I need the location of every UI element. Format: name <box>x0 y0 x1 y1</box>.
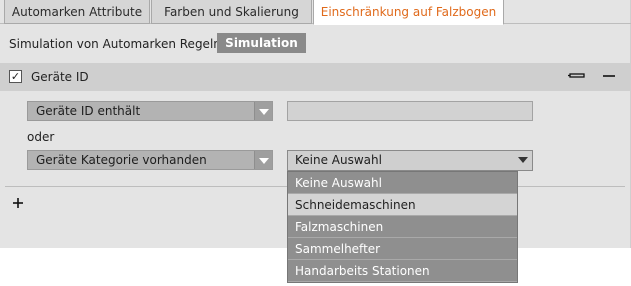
tab-automarken-attribute[interactable]: Automarken Attribute <box>4 0 150 24</box>
rule1-field-select[interactable]: Geräte ID enthält <box>27 101 273 121</box>
dropdown-list: Keine Auswahl Schneidemaschinen Falzmasc… <box>287 171 518 283</box>
dropdown-option[interactable]: Falzmaschinen <box>288 216 517 238</box>
plus-icon[interactable] <box>10 195 26 211</box>
dropdown-option[interactable]: Keine Auswahl <box>288 172 517 194</box>
rule1-field-value: Geräte ID enthält <box>36 104 141 118</box>
tab-farben-und-skalierung[interactable]: Farben und Skalierung <box>151 0 312 24</box>
group-header <box>0 63 630 91</box>
simulation-label: Simulation von Automarken Regeln: <box>9 37 225 51</box>
dropdown-option-highlighted[interactable]: Schneidemaschinen <box>288 194 517 216</box>
rule2-field-value: Geräte Kategorie vorhanden <box>36 153 207 167</box>
dropdown-option[interactable]: Handarbeits Stationen <box>288 260 517 282</box>
connector-label: oder <box>27 130 55 144</box>
collapse-icon[interactable] <box>568 69 586 83</box>
tab-bar: Automarken Attribute Farben und Skalieru… <box>0 0 631 25</box>
chevron-down-icon[interactable] <box>254 151 272 169</box>
tab-einschraenkung-auf-falzbogen[interactable]: Einschränkung auf Falzbogen <box>313 0 504 25</box>
group-title: Geräte ID <box>31 70 89 84</box>
group-checkbox[interactable]: ✓ <box>9 70 22 83</box>
chevron-down-icon[interactable] <box>518 157 528 163</box>
rule1-value-input[interactable] <box>287 101 533 121</box>
dropdown-option[interactable]: Sammelhefter <box>288 238 517 260</box>
chevron-down-icon[interactable] <box>254 102 272 120</box>
minus-icon[interactable] <box>602 69 616 83</box>
rule2-value-text: Keine Auswahl <box>295 153 382 167</box>
rule2-field-select[interactable]: Geräte Kategorie vorhanden <box>27 150 273 170</box>
rule2-value-combobox[interactable]: Keine Auswahl <box>287 150 533 171</box>
simulation-button[interactable]: Simulation <box>217 33 306 53</box>
